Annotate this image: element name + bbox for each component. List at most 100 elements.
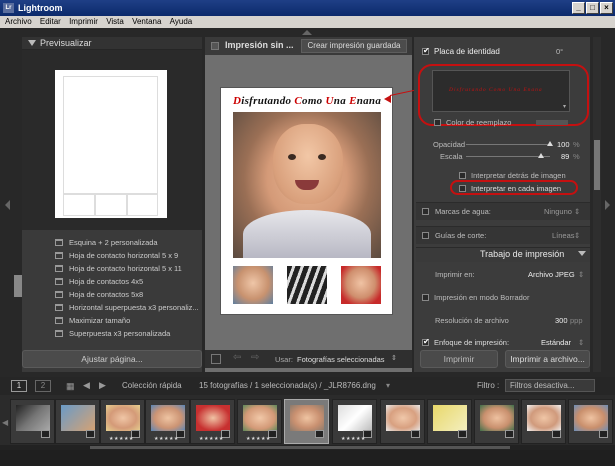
- preview-title: Previsualizar: [40, 38, 92, 48]
- filmstrip-scrollbar-thumb[interactable]: [90, 446, 510, 449]
- identity-plate-angle[interactable]: 0°: [556, 47, 563, 56]
- thumbnail-photo[interactable]: [233, 266, 273, 304]
- use-select[interactable]: Fotografías seleccionadas: [297, 355, 385, 364]
- next-arrow-icon[interactable]: ⇨: [251, 352, 259, 363]
- filmstrip-thumbnail[interactable]: [380, 399, 425, 444]
- render-behind-checkbox[interactable]: [459, 172, 466, 179]
- template-label: Maximizar tamaño: [69, 316, 131, 325]
- template-item[interactable]: Hoja de contactos 5x8: [22, 288, 202, 301]
- filmstrip-thumbnail-selected[interactable]: [284, 399, 329, 444]
- filmstrip-thumbnail[interactable]: ★★★★★: [190, 399, 235, 444]
- back-arrow-icon[interactable]: ◀: [83, 380, 90, 391]
- template-item[interactable]: Maximizar tamaño: [22, 314, 202, 327]
- selection-info: / 1 seleccionada(s) / _JLR8766.dng: [250, 381, 376, 390]
- replace-color-checkbox[interactable]: [434, 119, 441, 126]
- template-item[interactable]: Superpuesta x3 personalizada: [22, 327, 202, 340]
- save-print-button[interactable]: Crear impresión guardada: [301, 39, 407, 53]
- print-to-file-button[interactable]: Imprimir a archivo...: [505, 350, 590, 368]
- star-rating[interactable]: ★★★★★: [199, 436, 224, 442]
- monitor-1-button[interactable]: 1: [11, 380, 27, 392]
- left-scrollbar-thumb[interactable]: [14, 275, 22, 297]
- menu-editar[interactable]: Editar: [40, 16, 61, 28]
- minimize-button[interactable]: _: [572, 2, 585, 14]
- source-label[interactable]: Colección rápida: [122, 381, 182, 390]
- thumbnail-photo[interactable]: [341, 266, 381, 304]
- menu-vista[interactable]: Vista: [106, 16, 124, 28]
- left-panel-toggle-icon[interactable]: [5, 200, 10, 210]
- replace-color-swatch[interactable]: [536, 120, 568, 125]
- filmstrip-thumbnail[interactable]: [474, 399, 519, 444]
- scale-value[interactable]: 89: [561, 152, 569, 161]
- opacity-label: Opacidad: [433, 140, 466, 149]
- template-label: Esquina + 2 personalizada: [69, 238, 158, 247]
- menu-ventana[interactable]: Ventana: [132, 16, 161, 28]
- top-panel-toggle-icon[interactable]: [302, 30, 312, 35]
- print-to-label: Imprimir en:: [435, 270, 475, 279]
- center-toolbar: Impresión sin ... Crear impresión guarda…: [205, 37, 412, 55]
- preview-panel-header[interactable]: Previsualizar: [22, 37, 202, 50]
- filmstrip-thumbnail[interactable]: ★★★★★: [332, 399, 377, 444]
- sharpening-select[interactable]: Estándar: [541, 338, 571, 347]
- template-item[interactable]: Hoja de contacto horizontal 5 x 11: [22, 262, 202, 275]
- thumbnail-photo[interactable]: [287, 266, 327, 304]
- sharpening-checkbox[interactable]: [422, 337, 430, 346]
- forward-arrow-icon[interactable]: ▶: [99, 380, 106, 391]
- collapse-triangle-icon: [578, 251, 586, 256]
- dropdown-icon: ⇕: [574, 207, 581, 216]
- template-label: Hoja de contactos 4x5: [69, 277, 144, 286]
- opacity-value[interactable]: 100: [557, 140, 570, 149]
- replace-color-label: Color de reemplazo: [446, 118, 512, 127]
- right-scrollbar-thumb[interactable]: [594, 140, 600, 190]
- right-panel-toggle-icon[interactable]: [605, 200, 610, 210]
- opacity-slider-handle[interactable]: [547, 141, 553, 146]
- filmstrip-toolbar: 1 2 ▦ ◀ ▶ Colección rápida 15 fotografía…: [0, 377, 615, 395]
- grid-view-icon[interactable]: ▦: [66, 381, 75, 392]
- bottom-edge: [0, 450, 615, 466]
- filter-select[interactable]: Filtros desactiva...: [505, 379, 595, 392]
- watermark-select[interactable]: Ninguno: [544, 207, 572, 216]
- close-button[interactable]: ×: [600, 2, 613, 14]
- star-rating[interactable]: ★★★★★: [154, 436, 179, 442]
- fit-page-button[interactable]: Ajustar página...: [22, 350, 202, 368]
- template-item[interactable]: Esquina + 2 personalizada: [22, 236, 202, 249]
- identity-plate-text[interactable]: Disfrutando Como Una Enana: [233, 95, 393, 107]
- identity-plate-checkbox[interactable]: [422, 46, 430, 55]
- filmstrip-thumbnail[interactable]: [568, 399, 613, 444]
- filmstrip-thumbnail[interactable]: [10, 399, 55, 444]
- filmstrip-thumbnail[interactable]: ★★★★★: [237, 399, 282, 444]
- opacity-slider[interactable]: [466, 144, 550, 145]
- template-item[interactable]: Hoja de contactos 4x5: [22, 275, 202, 288]
- grid-toggle-icon[interactable]: [211, 354, 221, 364]
- maximize-button[interactable]: □: [586, 2, 599, 14]
- menu-ayuda[interactable]: Ayuda: [170, 16, 193, 28]
- scale-slider-handle[interactable]: [538, 153, 544, 158]
- filmstrip-scroll-left-icon[interactable]: ◀: [2, 418, 8, 427]
- menu-imprimir[interactable]: Imprimir: [69, 16, 98, 28]
- right-scrollbar[interactable]: [593, 37, 601, 372]
- star-rating[interactable]: ★★★★★: [109, 436, 134, 442]
- template-item[interactable]: Horizontal superpuesta x3 personaliz...: [22, 301, 202, 314]
- star-rating[interactable]: ★★★★★: [246, 436, 271, 442]
- filmstrip-thumbnail[interactable]: [427, 399, 472, 444]
- draft-mode-checkbox[interactable]: [422, 294, 429, 301]
- print-button[interactable]: Imprimir: [420, 350, 498, 368]
- filmstrip-thumbnail[interactable]: ★★★★★: [100, 399, 145, 444]
- watermark-checkbox[interactable]: [422, 208, 429, 215]
- cut-guides-select[interactable]: Líneas: [552, 231, 575, 240]
- cut-guides-checkbox[interactable]: [422, 232, 429, 239]
- print-job-header[interactable]: Trabajo de impresión: [416, 247, 590, 262]
- filmstrip-thumbnail[interactable]: [521, 399, 566, 444]
- template-icon: [55, 265, 63, 272]
- template-item[interactable]: Hoja de contacto horizontal 5 x 9: [22, 249, 202, 262]
- file-resolution-value[interactable]: 300: [555, 316, 568, 325]
- template-icon: [55, 239, 63, 246]
- menu-archivo[interactable]: Archivo: [5, 16, 32, 28]
- prev-arrow-icon[interactable]: ⇦: [233, 352, 241, 363]
- print-to-select[interactable]: Archivo JPEG: [528, 270, 575, 279]
- star-rating[interactable]: ★★★★★: [341, 436, 366, 442]
- filmstrip-thumbnail[interactable]: ★★★★★: [145, 399, 190, 444]
- monitor-2-button[interactable]: 2: [35, 380, 51, 392]
- filmstrip-thumbnail[interactable]: [55, 399, 100, 444]
- watermark-row: Marcas de agua: Ninguno ⇕: [416, 202, 590, 220]
- main-photo[interactable]: [233, 112, 381, 258]
